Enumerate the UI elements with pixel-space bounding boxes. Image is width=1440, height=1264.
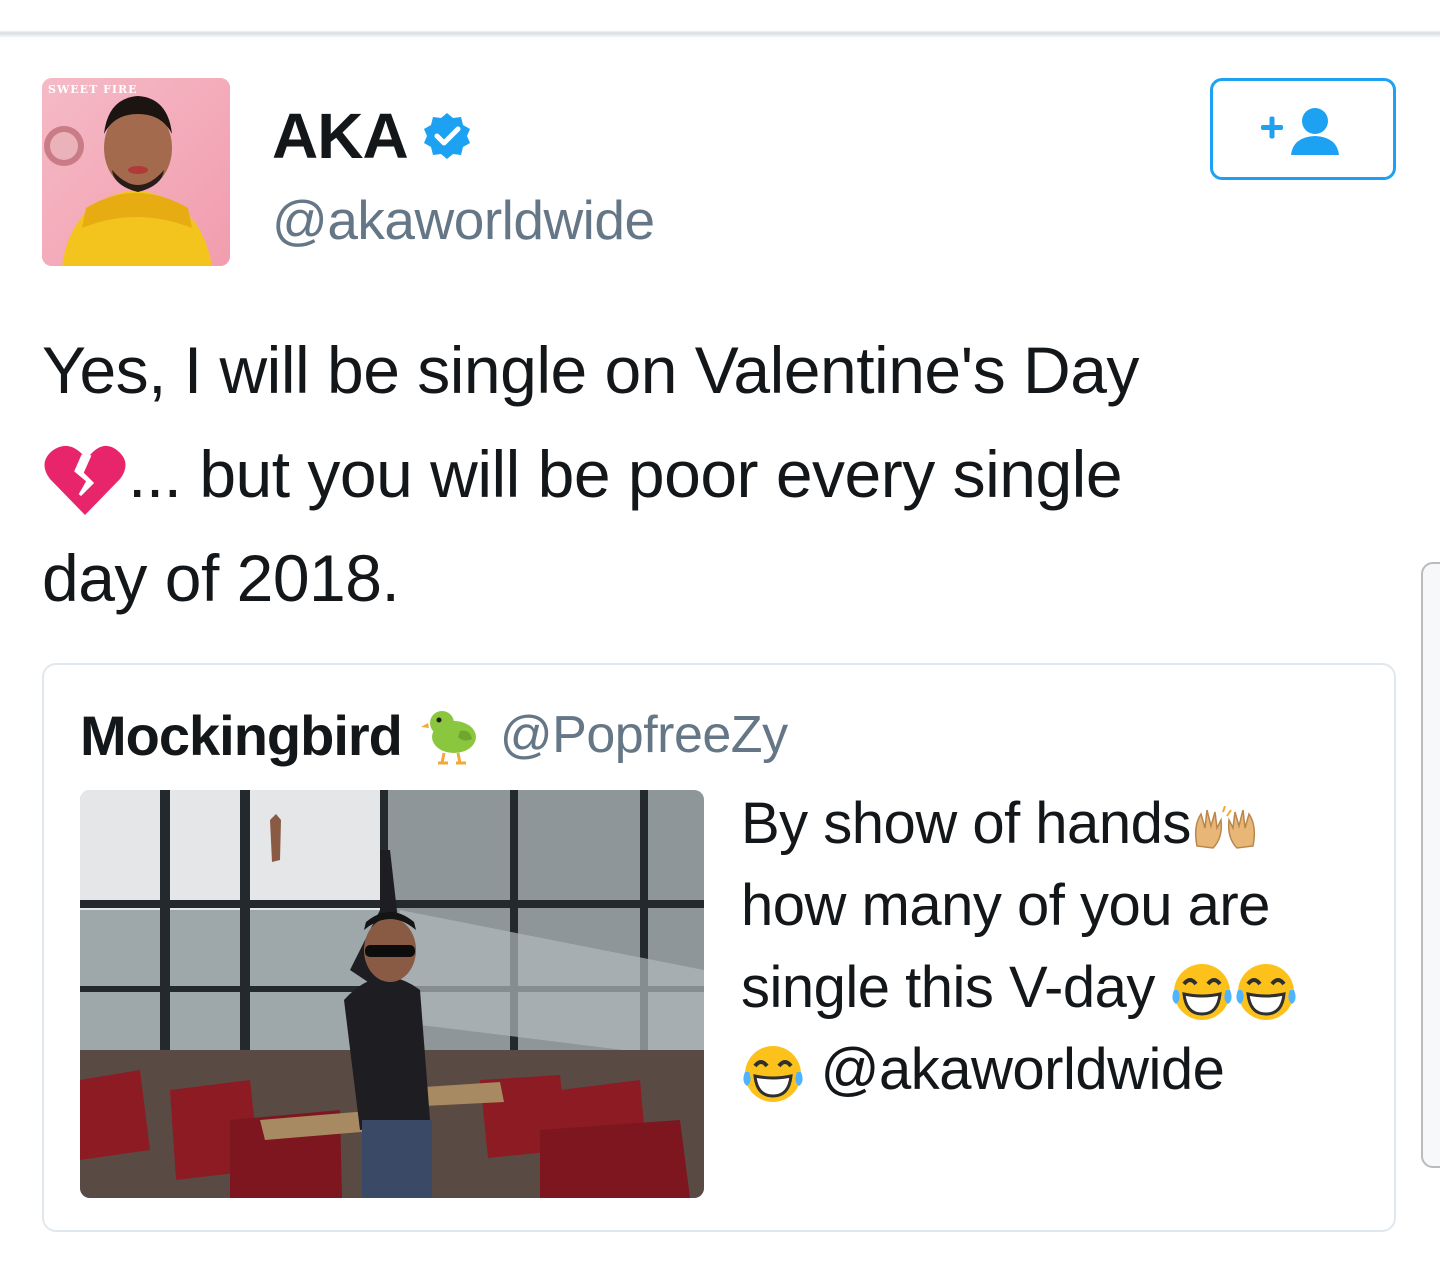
quoted-line-2: how many of you are	[741, 873, 1270, 938]
tweet-line-1: Yes, I will be single on Valentine's Day	[42, 333, 1139, 407]
quoted-line-3: single this V-day	[741, 947, 1381, 1029]
baby-chick-icon	[420, 711, 476, 765]
display-name[interactable]: AKA	[272, 99, 409, 173]
avatar[interactable]: SWEET FIRE	[42, 78, 230, 266]
tweet-text: Yes, I will be single on Valentine's Day…	[42, 318, 1342, 630]
scrollbar[interactable]	[1421, 562, 1440, 1168]
tears-of-joy-icon	[1236, 963, 1297, 1020]
tweet-line-2-text: ... but you will be poor every single	[128, 437, 1123, 511]
quoted-mention[interactable]: @akaworldwide	[821, 1037, 1225, 1102]
avatar-image	[42, 78, 230, 266]
broken-heart-icon	[44, 445, 126, 515]
quoted-line-4: @akaworldwide	[741, 1029, 1381, 1111]
tears-of-joy-icon	[743, 1045, 803, 1102]
quoted-handle: @PopfreeZy	[499, 706, 788, 764]
classroom-photo-image	[80, 790, 704, 1198]
tears-of-joy-icon	[1172, 963, 1233, 1020]
add-user-icon	[1261, 108, 1339, 155]
quoted-tweet-photo[interactable]	[80, 790, 704, 1198]
quoted-line-3-text: single this V-day	[741, 955, 1155, 1020]
avatar-caption: SWEET FIRE	[48, 83, 138, 96]
quoted-display-name: Mockingbird	[80, 703, 403, 767]
tweet-line-3: day of 2018.	[42, 541, 400, 615]
top-bar-shadow	[0, 0, 1440, 38]
raised-hands-icon	[1194, 805, 1255, 849]
quoted-tweet-text: By show of hands how many of you are sin…	[741, 783, 1381, 1111]
verified-badge-icon	[423, 113, 470, 159]
follow-button[interactable]	[1210, 78, 1396, 180]
quoted-line-1: By show of hands	[741, 783, 1381, 865]
quoted-line-1-text: By show of hands	[741, 791, 1191, 856]
user-name-row: AKA	[272, 96, 472, 176]
tweet-line-2: ... but you will be poor every single	[42, 422, 1342, 526]
quoted-tweet-card[interactable]: Mockingbird @PopfreeZy By show of hands …	[42, 663, 1396, 1232]
quoted-tweet-header: Mockingbird @PopfreeZy	[80, 695, 788, 775]
user-handle[interactable]: @akaworldwide	[272, 188, 655, 252]
